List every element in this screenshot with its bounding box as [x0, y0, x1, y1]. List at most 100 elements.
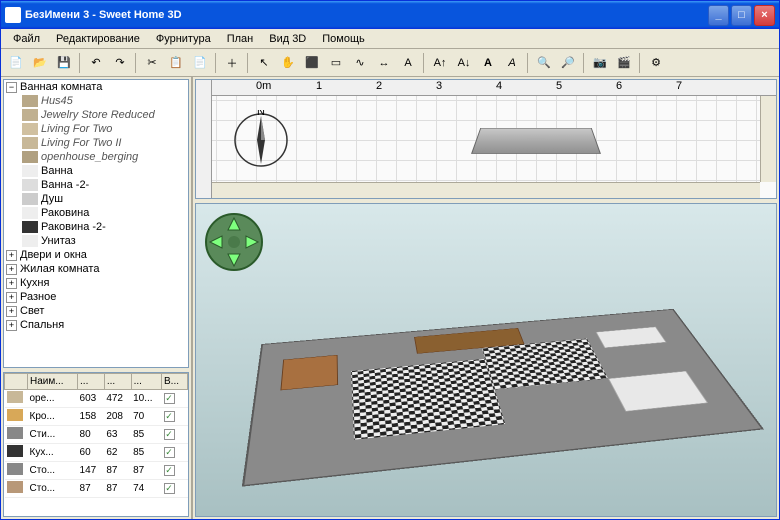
tree-item[interactable]: Ванна -2-: [4, 178, 188, 192]
cell-name: Сто...: [28, 480, 78, 498]
expand-icon[interactable]: +: [6, 278, 17, 289]
expand-icon[interactable]: +: [6, 306, 17, 317]
cell-height: 70: [131, 408, 161, 426]
tree-category[interactable]: +Свет: [4, 304, 188, 318]
view-3d[interactable]: [195, 203, 777, 517]
tree-item[interactable]: Jewelry Store Reduced: [4, 108, 188, 122]
select-tool[interactable]: ↖: [253, 52, 275, 74]
col-name[interactable]: Наим...: [28, 374, 78, 390]
tree-category[interactable]: +Разное: [4, 290, 188, 304]
tree-category[interactable]: +Кухня: [4, 276, 188, 290]
expand-icon[interactable]: +: [6, 264, 17, 275]
tree-item[interactable]: Hus45: [4, 94, 188, 108]
visibility-checkbox[interactable]: ✓: [164, 393, 175, 404]
tree-item[interactable]: Раковина: [4, 206, 188, 220]
bold-button[interactable]: A: [477, 52, 499, 74]
furniture-piece: [281, 355, 338, 390]
tree-item[interactable]: Душ: [4, 192, 188, 206]
preferences-button[interactable]: ⚙: [645, 52, 667, 74]
open-button[interactable]: 📂: [29, 52, 51, 74]
cut-button[interactable]: ✂: [141, 52, 163, 74]
visibility-checkbox[interactable]: ✓: [164, 429, 175, 440]
collapse-icon[interactable]: −: [6, 82, 17, 93]
add-furniture-button[interactable]: ＋: [221, 52, 243, 74]
tree-item[interactable]: openhouse_berging: [4, 150, 188, 164]
table-row[interactable]: Кро... 158 208 70 ✓: [5, 408, 188, 426]
col-height[interactable]: ...: [131, 374, 161, 390]
separator: [215, 53, 217, 73]
col-depth[interactable]: ...: [104, 374, 131, 390]
save-button[interactable]: 💾: [53, 52, 75, 74]
visibility-checkbox[interactable]: ✓: [164, 483, 175, 494]
copy-button[interactable]: 📋: [165, 52, 187, 74]
menu-help[interactable]: Помощь: [314, 31, 373, 47]
tree-item[interactable]: Ванна: [4, 164, 188, 178]
col-width[interactable]: ...: [78, 374, 105, 390]
tree-item[interactable]: Living For Two: [4, 122, 188, 136]
navigation-controls[interactable]: [204, 212, 264, 272]
furniture-catalog-tree[interactable]: − Ванная комната Hus45 Jewelry Store Red…: [3, 79, 189, 368]
tree-item[interactable]: Living For Two II: [4, 136, 188, 150]
italic-button[interactable]: A: [501, 52, 523, 74]
pan-tool[interactable]: ✋: [277, 52, 299, 74]
titlebar[interactable]: БезИмени 3 - Sweet Home 3D _ □ ×: [1, 1, 779, 29]
text-tool[interactable]: A: [397, 52, 419, 74]
cell-width: 87: [78, 480, 105, 498]
new-button[interactable]: 📄: [5, 52, 27, 74]
tree-category[interactable]: +Жилая комната: [4, 262, 188, 276]
menu-edit[interactable]: Редактирование: [48, 31, 148, 47]
paste-button[interactable]: 📄: [189, 52, 211, 74]
table-row[interactable]: Сто... 147 87 87 ✓: [5, 462, 188, 480]
redo-button[interactable]: ↷: [109, 52, 131, 74]
cell-depth: 472: [104, 390, 131, 408]
horizontal-scrollbar[interactable]: [212, 182, 760, 198]
tree-item[interactable]: Раковина -2-: [4, 220, 188, 234]
table-row[interactable]: Сто... 87 87 74 ✓: [5, 480, 188, 498]
plan-2d-view[interactable]: 0m 1 2 3 4 5 6 7 N: [195, 79, 777, 199]
furniture-list-table[interactable]: Наим... ... ... ... В... ope... 603 472 …: [3, 372, 189, 517]
col-visible[interactable]: В...: [162, 374, 188, 390]
menu-plan[interactable]: План: [219, 31, 262, 47]
expand-icon[interactable]: +: [6, 250, 17, 261]
tree-item[interactable]: Унитаз: [4, 234, 188, 248]
right-panel: 0m 1 2 3 4 5 6 7 N: [193, 77, 779, 519]
furniture-icon: [7, 481, 23, 493]
close-button[interactable]: ×: [754, 5, 775, 26]
expand-icon[interactable]: +: [6, 292, 17, 303]
maximize-button[interactable]: □: [731, 5, 752, 26]
visibility-checkbox[interactable]: ✓: [164, 465, 175, 476]
minimize-button[interactable]: _: [708, 5, 729, 26]
vertical-scrollbar[interactable]: [760, 96, 776, 182]
dimension-tool[interactable]: ↔: [373, 52, 395, 74]
tree-category[interactable]: − Ванная комната: [4, 80, 188, 94]
visibility-checkbox[interactable]: ✓: [164, 411, 175, 422]
svg-text:N: N: [257, 110, 265, 118]
tree-category[interactable]: +Двери и окна: [4, 248, 188, 262]
menu-file[interactable]: Файл: [5, 31, 48, 47]
room-tool[interactable]: ▭: [325, 52, 347, 74]
table-row[interactable]: ope... 603 472 10... ✓: [5, 390, 188, 408]
compass-icon[interactable]: N: [231, 110, 291, 170]
zoom-out-button[interactable]: 🔎: [557, 52, 579, 74]
video-button[interactable]: 🎬: [613, 52, 635, 74]
text-size-up[interactable]: A↑: [429, 52, 451, 74]
table-row[interactable]: Кух... 60 62 85 ✓: [5, 444, 188, 462]
furniture-piece: [608, 371, 709, 412]
menu-view3d[interactable]: Вид 3D: [261, 31, 314, 47]
menu-furniture[interactable]: Фурнитура: [148, 31, 219, 47]
visibility-checkbox[interactable]: ✓: [164, 447, 175, 458]
wall-tool[interactable]: ⬛: [301, 52, 323, 74]
separator: [79, 53, 81, 73]
text-size-down[interactable]: A↓: [453, 52, 475, 74]
tree-category[interactable]: +Спальня: [4, 318, 188, 332]
photo-button[interactable]: 📷: [589, 52, 611, 74]
vertical-ruler: [196, 80, 212, 198]
polyline-tool[interactable]: ∿: [349, 52, 371, 74]
cell-name: Сти...: [28, 426, 78, 444]
furniture-icon: [22, 235, 38, 247]
undo-button[interactable]: ↶: [85, 52, 107, 74]
expand-icon[interactable]: +: [6, 320, 17, 331]
zoom-in-button[interactable]: 🔍: [533, 52, 555, 74]
col-icon[interactable]: [5, 374, 28, 390]
table-row[interactable]: Сти... 80 63 85 ✓: [5, 426, 188, 444]
